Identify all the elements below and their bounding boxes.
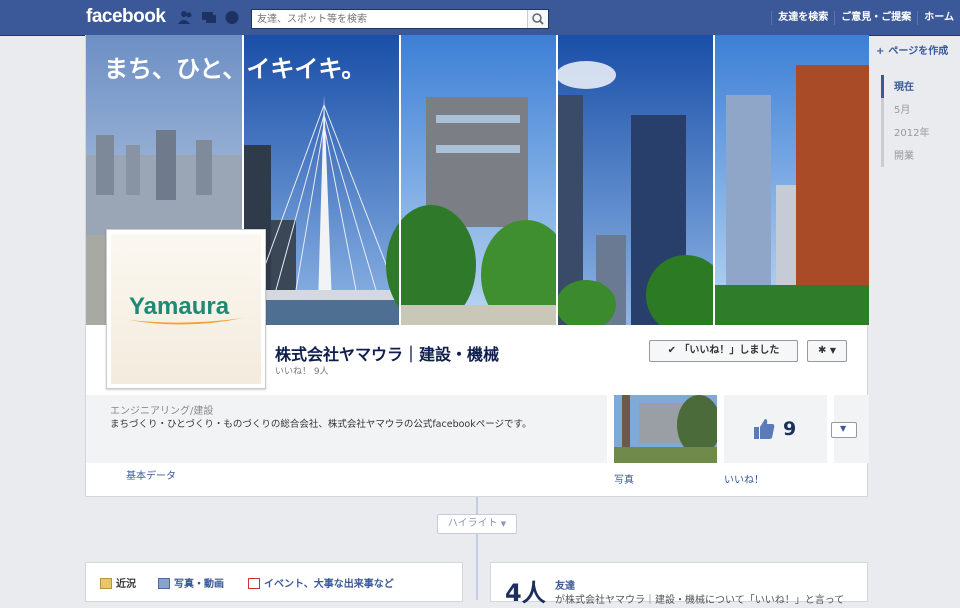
- search-button[interactable]: [527, 10, 548, 28]
- post-composer: 近況 写真・動画 イベント、大事な出来事など: [85, 562, 463, 602]
- timeline-now[interactable]: 現在: [881, 75, 960, 98]
- status-icon: [100, 578, 112, 589]
- page-header-card: まち、ひと、イキイキ。 Yamaura 株式会社ヤマウラ｜建設・機械 いいね！ …: [85, 35, 869, 497]
- photo-icon: [158, 578, 170, 589]
- friends-link[interactable]: 友達: [555, 577, 575, 592]
- photos-thumbnail[interactable]: [614, 395, 717, 463]
- friends-like-box: 4人 友達 が株式会社ヤマウラ｜建設・機械について「いいね！」と言って: [490, 562, 868, 607]
- photos-label[interactable]: 写真: [614, 471, 634, 486]
- page-category: エンジニアリング/建設: [110, 406, 214, 417]
- timeline-may[interactable]: 5月: [881, 98, 960, 121]
- chevron-down-icon: ▼: [840, 424, 847, 433]
- likes-tile[interactable]: [724, 395, 827, 463]
- page-description: まちづくり・ひとづくり・ものづくりの総合会社、株式会社ヤマウラの公式facebo…: [110, 419, 532, 430]
- search-icon: [532, 13, 544, 25]
- nav-find-friends[interactable]: 友達を検索: [771, 11, 834, 25]
- likes-label[interactable]: いいね！: [724, 471, 764, 486]
- profile-picture-inner: Yamaura: [111, 234, 261, 384]
- basic-data-link[interactable]: 基本データ: [126, 467, 176, 482]
- yamaura-logo: Yamaura: [129, 293, 243, 325]
- like-count-text[interactable]: いいね！ 9人: [275, 364, 329, 377]
- profile-picture[interactable]: Yamaura: [106, 229, 266, 389]
- gear-icon: ✱: [817, 345, 827, 356]
- tab-life-event[interactable]: イベント、大事な出来事など: [248, 575, 394, 590]
- chevron-down-icon: ▼: [829, 346, 837, 355]
- page-title[interactable]: 株式会社ヤマウラ｜建設・機械: [275, 341, 499, 365]
- yamaura-logo-text: Yamaura: [129, 293, 230, 320]
- timeline-founded[interactable]: 開業: [881, 144, 960, 167]
- friend-requests-icon[interactable]: [178, 10, 194, 25]
- cover-tagline: まち、ひと、イキイキ。: [104, 54, 365, 83]
- nav-home[interactable]: ホーム: [917, 11, 960, 25]
- nav-feedback[interactable]: ご意見・ご提案: [834, 11, 917, 25]
- tab-status[interactable]: 近況: [100, 575, 136, 590]
- messages-icon[interactable]: [201, 10, 217, 25]
- liked-button[interactable]: ✔ 「いいね！」しました: [649, 340, 798, 362]
- timeline-2012[interactable]: 2012年: [881, 121, 960, 144]
- page-settings-button[interactable]: ✱ ▼: [807, 340, 847, 362]
- checkmark-icon: ✔: [667, 345, 680, 356]
- tab-photo-video[interactable]: 写真・動画: [158, 575, 224, 590]
- notifications-globe-icon[interactable]: [224, 10, 240, 25]
- friends-like-text: が株式会社ヤマウラ｜建設・機械について「いいね！」と言って: [555, 595, 845, 606]
- highlights-dropdown[interactable]: ハイライト ▼: [437, 514, 517, 534]
- timeline-rail: + ページを作成 現在 5月 2012年 開業: [876, 42, 960, 167]
- likes-count: 9: [783, 418, 797, 440]
- plus-icon: +: [876, 46, 885, 57]
- calendar-icon: [248, 578, 260, 589]
- search-input[interactable]: [252, 10, 528, 28]
- top-bar: facebook 友達を検索 ご意見・ご提案 ホーム: [0, 0, 960, 36]
- more-tiles-button[interactable]: ▼: [831, 422, 857, 438]
- create-page-link[interactable]: + ページを作成: [876, 42, 960, 57]
- friends-count: 4人: [505, 579, 546, 607]
- timeline-spine: [476, 497, 478, 600]
- chevron-down-icon: ▼: [500, 520, 507, 528]
- top-nav: 友達を検索 ご意見・ご提案 ホーム: [771, 11, 960, 25]
- facebook-logo[interactable]: facebook: [86, 6, 166, 28]
- thumbs-up-icon: [754, 419, 775, 439]
- search-box: [251, 9, 549, 29]
